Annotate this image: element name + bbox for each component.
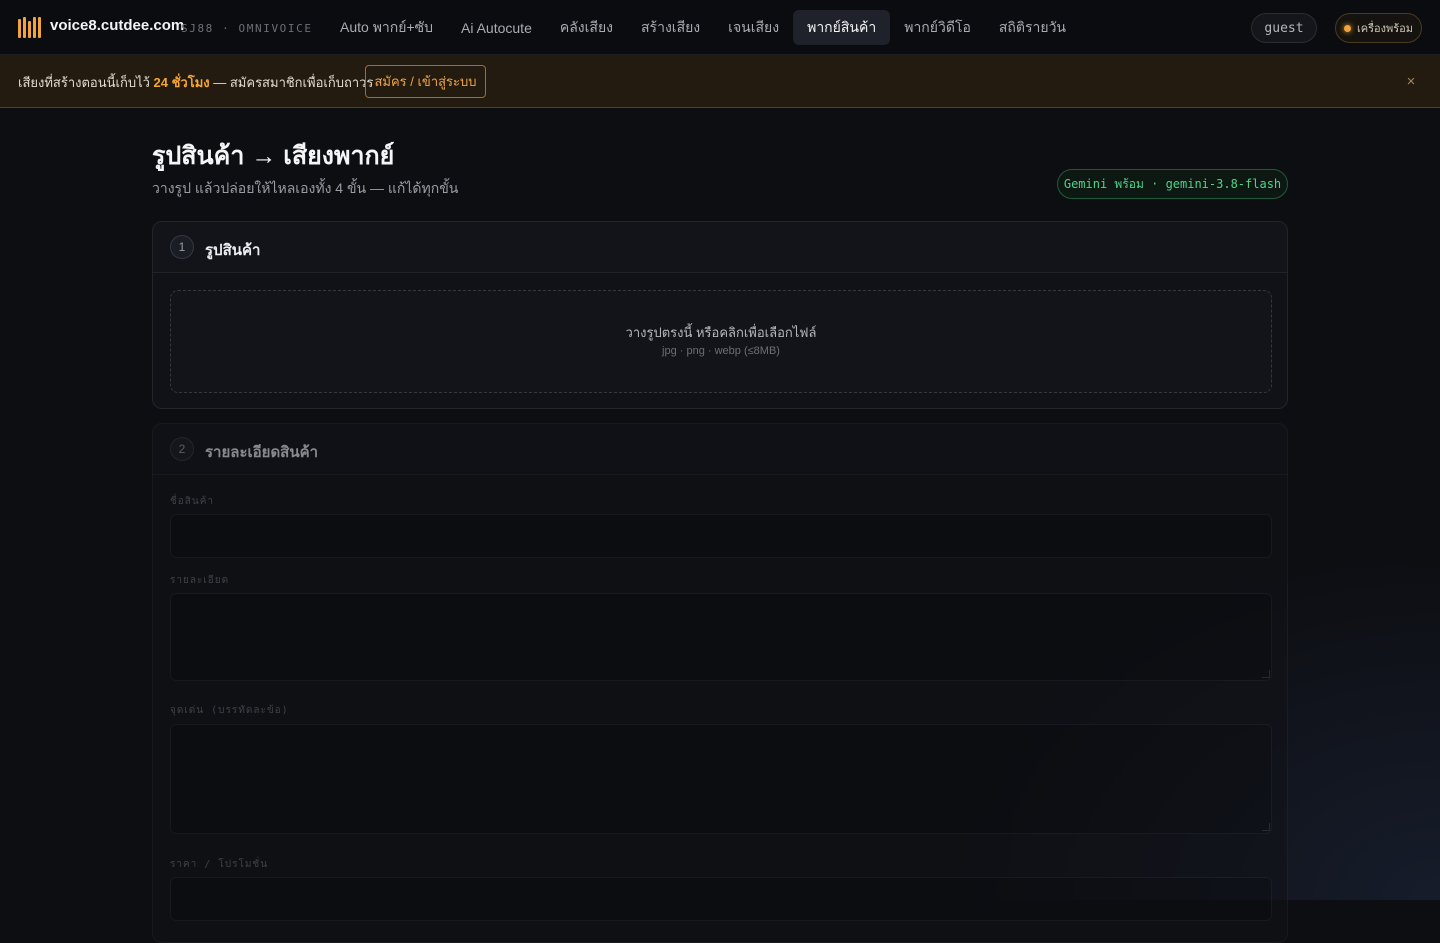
machine-status-badge[interactable]: เครื่องพร้อม (1335, 13, 1422, 43)
resize-handle-icon[interactable] (1262, 670, 1270, 678)
price-promo-label: ราคา / โปรโมชั่น (170, 859, 269, 870)
model-status-badge: Gemini พร้อม · gemini-3.8-flash (1057, 169, 1288, 199)
highlights-label: จุดเด่น (บรรทัดละข้อ) (170, 705, 289, 716)
nav-auto-dub-sub[interactable]: Auto พากย์+ซับ (326, 10, 447, 45)
retention-banner: เสียงที่สร้างตอนนี้เก็บไว้ 24 ชั่วโมง — … (0, 55, 1440, 108)
banner-text-after: — สมัครสมาชิกเพื่อเก็บถาวร (213, 75, 374, 90)
brand-subtitle: SJ88 · OMNIVOICE (181, 22, 313, 35)
user-badge[interactable]: guest (1251, 13, 1317, 43)
dropzone-instruction: วางรูปตรงนี้ หรือคลิกเพื่อเลือกไฟล์ (625, 325, 817, 340)
nav-generate-voice[interactable]: เจนเสียง (714, 10, 793, 45)
card-header: 2 รายละเอียดสินค้า (153, 424, 1287, 475)
main-nav: Auto พากย์+ซับ Ai Autocute คลังเสียง สร้… (326, 10, 1080, 45)
nav-voice-library[interactable]: คลังเสียง (546, 10, 627, 45)
nav-daily-stats[interactable]: สถิติรายวัน (985, 10, 1080, 45)
step-title: รูปสินค้า (205, 242, 261, 259)
logo-bars-icon[interactable] (18, 17, 41, 38)
machine-status-label: เครื่องพร้อม (1356, 23, 1414, 35)
step-product-details-card: 2 รายละเอียดสินค้า ชื่อสินค้า รายละเอียด… (152, 423, 1288, 943)
price-promo-input[interactable] (170, 877, 1272, 921)
description-textarea[interactable] (170, 593, 1272, 681)
page-title: รูปสินค้า → เสียงพากย์ (152, 142, 395, 170)
step-title: รายละเอียดสินค้า (205, 444, 319, 461)
step-number: 1 (170, 235, 194, 259)
nav-ai-autocute[interactable]: Ai Autocute (447, 10, 546, 45)
brand-name[interactable]: voice8.cutdee.com (50, 17, 184, 34)
image-dropzone[interactable]: วางรูปตรงนี้ หรือคลิกเพื่อเลือกไฟล์ jpg … (170, 290, 1272, 393)
page-subtitle: วางรูป แล้วปล่อยให้ไหลเองทั้ง 4 ขั้น — แ… (152, 180, 459, 196)
product-name-input[interactable] (170, 514, 1272, 558)
dropzone-file-types: jpg · png · webp (≤8MB) (662, 345, 780, 357)
signup-login-button[interactable]: สมัคร / เข้าสู่ระบบ (365, 65, 486, 98)
step-number: 2 (170, 437, 194, 461)
step-product-image-card: 1 รูปสินค้า วางรูปตรงนี้ หรือคลิกเพื่อเล… (152, 221, 1288, 409)
banner-text-highlight: 24 ชั่วโมง (153, 75, 210, 90)
highlights-textarea[interactable] (170, 724, 1272, 834)
close-icon[interactable]: × (1402, 72, 1420, 90)
card-header: 1 รูปสินค้า (153, 222, 1287, 273)
status-dot-icon (1343, 24, 1351, 32)
banner-text-before: เสียงที่สร้างตอนนี้เก็บไว้ (18, 75, 150, 90)
description-label: รายละเอียด (170, 575, 230, 586)
nav-product-dub[interactable]: พากย์สินค้า (793, 10, 891, 45)
nav-create-voice[interactable]: สร้างเสียง (627, 10, 714, 45)
banner-message: เสียงที่สร้างตอนนี้เก็บไว้ 24 ชั่วโมง — … (18, 72, 373, 93)
top-nav-bar: voice8.cutdee.com SJ88 · OMNIVOICE Auto … (0, 0, 1440, 55)
product-name-label: ชื่อสินค้า (170, 496, 215, 507)
resize-handle-icon[interactable] (1262, 823, 1270, 831)
nav-video-dub[interactable]: พากย์วิดีโอ (890, 10, 985, 45)
